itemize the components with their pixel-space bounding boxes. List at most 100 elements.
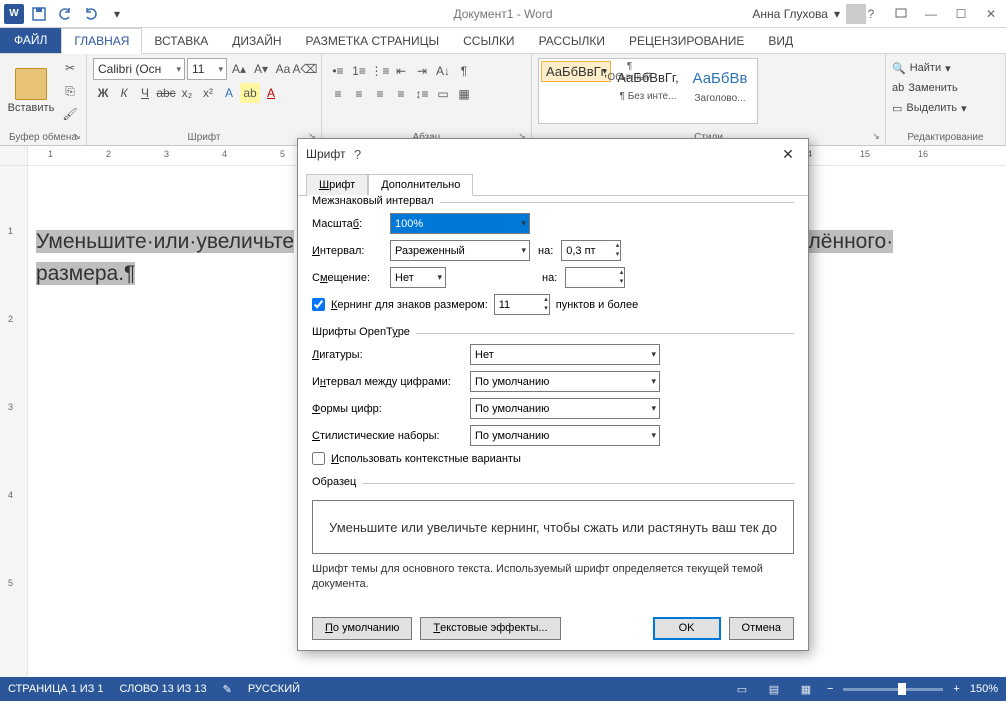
clear-formatting-icon[interactable]: A⌫ xyxy=(295,59,315,79)
italic-icon[interactable]: К xyxy=(114,83,134,103)
maximize-icon[interactable]: ☐ xyxy=(946,0,976,28)
undo-icon[interactable] xyxy=(54,3,76,25)
bullets-icon[interactable]: •≡ xyxy=(328,61,348,81)
text-effects-button[interactable]: Текстовые эффекты... xyxy=(420,617,560,640)
close-icon[interactable]: ✕ xyxy=(976,0,1006,28)
stylistic-combo[interactable]: По умолчанию xyxy=(470,425,660,446)
zoom-level[interactable]: 150% xyxy=(970,683,998,695)
show-marks-icon[interactable]: ¶ xyxy=(454,61,474,81)
vertical-ruler[interactable]: 12345 xyxy=(0,166,28,677)
decrease-indent-icon[interactable]: ⇤ xyxy=(391,61,411,81)
tab-file[interactable]: ФАЙЛ xyxy=(0,27,61,53)
font-color-icon[interactable]: A xyxy=(261,83,281,103)
cancel-button[interactable]: Отмена xyxy=(729,617,794,640)
redo-icon[interactable] xyxy=(80,3,102,25)
spacing-combo[interactable]: Разреженный xyxy=(390,240,530,261)
style-normal[interactable]: АаБбВвГг, ¶ Обычный xyxy=(541,61,611,82)
copy-icon[interactable]: ⎘ xyxy=(60,81,80,101)
label-kerning: Кернинг для знаков размером: xyxy=(331,299,488,311)
change-case-icon[interactable]: Aa xyxy=(273,59,293,79)
font-name-combo[interactable]: Calibri (Осн xyxy=(93,58,185,80)
read-mode-icon[interactable]: ▭ xyxy=(731,680,753,698)
user-name: Анна Глухова xyxy=(752,7,828,21)
align-left-icon[interactable]: ≡ xyxy=(328,84,348,104)
replace-button[interactable]: abЗаменить xyxy=(892,78,999,98)
user-account[interactable]: Анна Глухова ▾ xyxy=(752,4,866,24)
align-center-icon[interactable]: ≡ xyxy=(349,84,369,104)
dialog-titlebar[interactable]: Шрифт ? ✕ xyxy=(298,139,808,169)
justify-icon[interactable]: ≡ xyxy=(391,84,411,104)
font-size-combo[interactable]: 11 xyxy=(187,58,227,80)
style-gallery[interactable]: АаБбВвГг, ¶ Обычный АаБбВвГг, ¶ Без инте… xyxy=(538,58,758,124)
tab-review[interactable]: РЕЦЕНЗИРОВАНИЕ xyxy=(617,29,756,53)
style-heading1[interactable]: АаБбВв Заголово... xyxy=(685,61,755,121)
tab-references[interactable]: ССЫЛКИ xyxy=(451,29,526,53)
ligatures-combo[interactable]: Нет xyxy=(470,344,660,365)
zoom-slider[interactable] xyxy=(843,688,943,691)
align-right-icon[interactable]: ≡ xyxy=(370,84,390,104)
dialog-close-icon[interactable]: ✕ xyxy=(776,146,800,163)
multilevel-icon[interactable]: ⋮≡ xyxy=(370,61,390,81)
find-button[interactable]: 🔍Найти ▾ xyxy=(892,58,999,78)
position-combo[interactable]: Нет xyxy=(390,267,446,288)
label-ligatures: Лигатуры: xyxy=(312,349,462,361)
tab-advanced[interactable]: Дополнительно xyxy=(368,174,473,196)
paste-button[interactable]: Вставить xyxy=(6,58,56,124)
subscript-icon[interactable]: x₂ xyxy=(177,83,197,103)
numbering-icon[interactable]: 1≡ xyxy=(349,61,369,81)
zoom-out-icon[interactable]: − xyxy=(827,683,833,695)
qat-customize-icon[interactable]: ▾ xyxy=(106,3,128,25)
minimize-icon[interactable]: — xyxy=(916,0,946,28)
ribbon-options-icon[interactable] xyxy=(886,0,916,28)
line-spacing-icon[interactable]: ↕≡ xyxy=(412,84,432,104)
zoom-in-icon[interactable]: + xyxy=(953,683,959,695)
shrink-font-icon[interactable]: A▾ xyxy=(251,59,271,79)
tab-font[interactable]: Шрифт xyxy=(306,174,368,196)
tab-mailings[interactable]: РАССЫЛКИ xyxy=(527,29,617,53)
kerning-size-spinner[interactable]: 11 xyxy=(494,294,550,315)
tab-insert[interactable]: ВСТАВКА xyxy=(142,29,220,53)
tab-layout[interactable]: РАЗМЕТКА СТРАНИЦЫ xyxy=(294,29,452,53)
underline-icon[interactable]: Ч xyxy=(135,83,155,103)
text-effects-icon[interactable]: A xyxy=(219,83,239,103)
dialog-help-icon[interactable]: ? xyxy=(345,147,369,162)
set-default-button[interactable]: По умолчанию xyxy=(312,617,412,640)
dialog-launcher-icon[interactable]: ↘ xyxy=(70,129,84,143)
spellcheck-icon[interactable]: ✎ xyxy=(223,683,232,696)
page-indicator[interactable]: СТРАНИЦА 1 ИЗ 1 xyxy=(8,683,104,695)
highlight-icon[interactable]: ab xyxy=(240,83,260,103)
label-by2: на: xyxy=(542,272,557,284)
numforms-combo[interactable]: По умолчанию xyxy=(470,398,660,419)
select-button[interactable]: ▭Выделить ▾ xyxy=(892,98,999,118)
window-controls: ? — ☐ ✕ xyxy=(856,0,1006,28)
sort-icon[interactable]: A↓ xyxy=(433,61,453,81)
increase-indent-icon[interactable]: ⇥ xyxy=(412,61,432,81)
tab-view[interactable]: ВИД xyxy=(756,29,805,53)
ok-button[interactable]: OK xyxy=(653,617,721,640)
scale-combo[interactable]: 100% xyxy=(390,213,530,234)
cut-icon[interactable]: ✂ xyxy=(60,58,80,78)
strikethrough-icon[interactable]: abc xyxy=(156,83,176,103)
format-painter-icon[interactable]: 🖌 xyxy=(60,104,80,124)
superscript-icon[interactable]: x² xyxy=(198,83,218,103)
tab-design[interactable]: ДИЗАЙН xyxy=(220,29,293,53)
print-layout-icon[interactable]: ▤ xyxy=(763,680,785,698)
borders-icon[interactable]: ▦ xyxy=(454,84,474,104)
language-indicator[interactable]: РУССКИЙ xyxy=(248,683,300,695)
grow-font-icon[interactable]: A▴ xyxy=(229,59,249,79)
legend-opentype: Шрифты OpenType xyxy=(312,326,416,338)
tab-home[interactable]: ГЛАВНАЯ xyxy=(61,28,142,54)
word-count[interactable]: СЛОВО 13 ИЗ 13 xyxy=(120,683,207,695)
kerning-checkbox[interactable] xyxy=(312,298,325,311)
save-icon[interactable] xyxy=(28,3,50,25)
shading-icon[interactable]: ▭ xyxy=(433,84,453,104)
numspacing-combo[interactable]: По умолчанию xyxy=(470,371,660,392)
dialog-launcher-icon[interactable]: ↘ xyxy=(869,129,883,143)
contextual-checkbox[interactable] xyxy=(312,452,325,465)
ruler-corner xyxy=(0,146,28,165)
bold-icon[interactable]: Ж xyxy=(93,83,113,103)
app-icon: W xyxy=(4,4,24,24)
position-by-spinner[interactable] xyxy=(565,267,625,288)
spacing-by-spinner[interactable]: 0,3 пт xyxy=(561,240,621,261)
web-layout-icon[interactable]: ▦ xyxy=(795,680,817,698)
